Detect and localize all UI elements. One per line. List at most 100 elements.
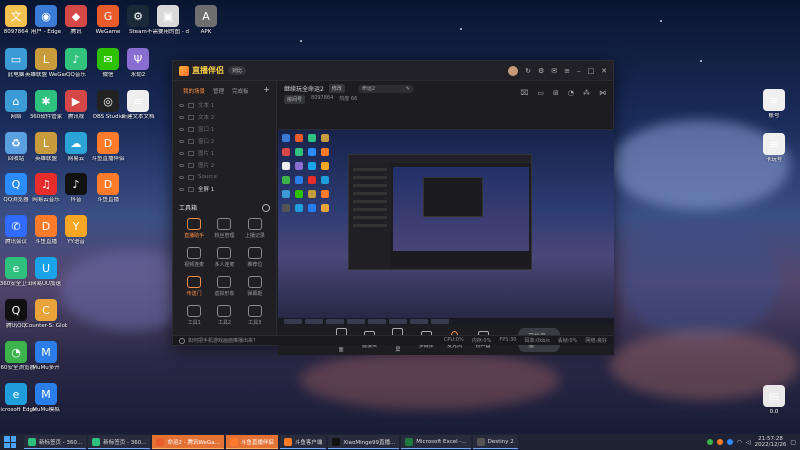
preview-taskbar — [278, 318, 614, 325]
taskbar-app[interactable]: 新标签页 - 360... — [24, 435, 87, 449]
desktop-icon[interactable]: ≡ 卡玩号 — [753, 133, 795, 164]
desktop-icon[interactable]: M MuMu多开 — [25, 341, 67, 372]
tab-manage[interactable]: 管理 — [213, 87, 224, 95]
monitor-icon[interactable]: ▭ — [537, 89, 544, 97]
taskbar-app-icon — [28, 437, 36, 446]
taskbar-app[interactable]: Microsoft Excel -... — [401, 435, 471, 449]
visibility-icon[interactable] — [179, 163, 184, 167]
desktop-icon-label: 斗鱼直播 — [96, 197, 119, 203]
desktop-app-icon: ≡ — [763, 133, 785, 155]
desktop-icon[interactable]: C Counter-S: Global Off... — [25, 299, 67, 330]
help-link[interactable]: 如何把手机游戏画面推播出来？ — [179, 337, 258, 344]
room-title[interactable]: 继续玩全命运2 — [284, 84, 324, 93]
taskbar-app[interactable]: 新标签页 - 360... — [88, 435, 151, 449]
start-button[interactable] — [4, 436, 16, 448]
desktop-icon-label: 斗鱼直播伴侣 — [91, 156, 125, 162]
toolbox-item[interactable]: 虚拟形象 — [209, 276, 239, 297]
maximize-icon[interactable]: □ — [588, 67, 595, 75]
toolbox-item[interactable]: 直播助手 — [179, 218, 209, 239]
tab-scenes[interactable]: 我的场景 — [183, 87, 205, 95]
visibility-icon[interactable] — [179, 103, 184, 107]
refresh-icon[interactable]: ↻ — [525, 67, 531, 75]
taskbar-app-label: 斗鱼直播伴侣 — [240, 439, 274, 446]
desktop-icon[interactable]: Y YY语音 — [55, 215, 97, 246]
visibility-icon[interactable] — [179, 175, 184, 179]
edit-title-button[interactable]: 修改 — [328, 84, 345, 93]
close-icon[interactable]: ✕ — [601, 67, 607, 75]
tray-douyu-icon[interactable] — [716, 439, 723, 445]
source-item[interactable]: 文本 1 — [173, 99, 276, 111]
tray-360-icon[interactable] — [706, 439, 713, 445]
source-item[interactable]: 图片 2 — [173, 159, 276, 171]
toolbox-item[interactable]: 视频连麦 — [179, 247, 209, 268]
source-item[interactable]: 文本 2 — [173, 111, 276, 123]
bell-icon[interactable]: ◔ — [568, 89, 574, 97]
visibility-icon[interactable] — [179, 115, 184, 119]
notification-icon[interactable]: ▢ — [790, 439, 796, 446]
category-select[interactable]: 命运2 ✎ — [357, 84, 414, 93]
toolbox-item[interactable]: 工具1 — [179, 305, 209, 326]
message-icon[interactable]: ✉ — [551, 67, 557, 75]
source-item[interactable]: 窗口 1 — [173, 123, 276, 135]
desktop-app-icon: ◉ — [35, 5, 57, 27]
source-item[interactable]: 窗口 2 — [173, 135, 276, 147]
toolbox-item[interactable]: 推荐位 — [240, 247, 270, 268]
desktop-icon[interactable]: ≡ 新建文本文档 — [117, 90, 159, 121]
taskbar-app[interactable]: XiaoMinge99直播... — [328, 435, 400, 449]
visibility-icon[interactable] — [179, 151, 184, 155]
source-type-icon — [188, 186, 194, 192]
taskbar-app[interactable]: 斗鱼客户端 — [279, 435, 327, 449]
toolbox-item[interactable]: 多人连麦 — [209, 247, 239, 268]
menu-icon[interactable]: ≡ — [564, 67, 570, 75]
tool-icon — [247, 276, 262, 288]
tab-board[interactable]: 完成板 — [232, 87, 249, 95]
visibility-icon[interactable] — [179, 127, 184, 131]
network-icon[interactable]: ◠ — [737, 439, 742, 446]
desktop-icon[interactable]: ▤ 0.0 — [753, 385, 795, 416]
volume-icon[interactable]: ◁ — [746, 439, 751, 446]
desktop-icon[interactable]: D 斗鱼直播 — [87, 173, 129, 204]
toolbox-item[interactable]: 粉丝管理 — [209, 218, 239, 239]
desktop-icon[interactable]: A APK — [185, 5, 227, 36]
toolbox-item[interactable]: 弹幕姬 — [240, 276, 270, 297]
source-label: 文本 1 — [198, 103, 215, 109]
gift-icon[interactable]: ⊞ — [553, 89, 559, 97]
visibility-icon[interactable] — [179, 187, 184, 191]
toolbox-item[interactable]: 工具2 — [209, 305, 239, 326]
minimize-icon[interactable]: – — [577, 67, 581, 75]
tray-qq-icon[interactable] — [726, 439, 733, 445]
toolbox-item[interactable]: 工具3 — [240, 305, 270, 326]
settings-icon[interactable]: ⚙ — [538, 67, 544, 75]
preview-mini-icon — [321, 190, 329, 198]
desktop-icon[interactable]: ▣ 不需要用的图 - ddh-tf-3_d... — [147, 5, 189, 36]
source-item[interactable]: 图片 1 — [173, 147, 276, 159]
desktop-app-icon: L — [35, 48, 57, 70]
taskbar-app[interactable]: 斗鱼直播伴侣 — [225, 435, 278, 449]
title-badge[interactable]: 对比 — [228, 66, 247, 75]
grid-icon[interactable]: ⁂ — [583, 89, 590, 97]
add-source-icon[interactable]: + — [263, 86, 270, 95]
taskbar-app[interactable]: Destiny 2 — [472, 435, 518, 449]
desktop-icon[interactable]: ≡ 账号 — [753, 89, 795, 120]
desktop-icon-label: 卡玩号 — [765, 157, 783, 163]
desktop-app-icon: ✉ — [97, 48, 119, 70]
toolbox-item[interactable]: 传送门 — [179, 276, 209, 297]
stream-preview[interactable] — [278, 129, 614, 325]
share-icon[interactable]: ⋈ — [599, 89, 606, 97]
desktop-icon[interactable]: U 网易UU加速 — [25, 257, 67, 288]
visibility-icon[interactable] — [179, 139, 184, 143]
preview-mini-icon — [308, 176, 316, 184]
desktop-app-icon: ≡ — [763, 89, 785, 111]
desktop-icon[interactable]: D 斗鱼直播伴侣 — [87, 132, 129, 163]
lock-icon[interactable]: ⌧ — [520, 89, 528, 97]
toolbox-item[interactable]: 上播记录 — [240, 218, 270, 239]
toolbox-settings-icon[interactable] — [262, 203, 270, 212]
taskbar-app[interactable]: 命运2 - 腾讯WeGa... — [152, 435, 224, 449]
source-item[interactable]: Source — [173, 171, 276, 183]
desktop-app-icon: L — [35, 132, 57, 154]
desktop-icon[interactable]: M MuMu模拟 — [25, 383, 67, 414]
desktop-icon[interactable]: Ψ 永劫2 — [117, 48, 159, 79]
clock[interactable]: 21:57:28 2022/12/26 — [755, 436, 787, 448]
source-item[interactable]: 全屏 1 — [173, 183, 276, 195]
avatar[interactable] — [508, 65, 519, 76]
